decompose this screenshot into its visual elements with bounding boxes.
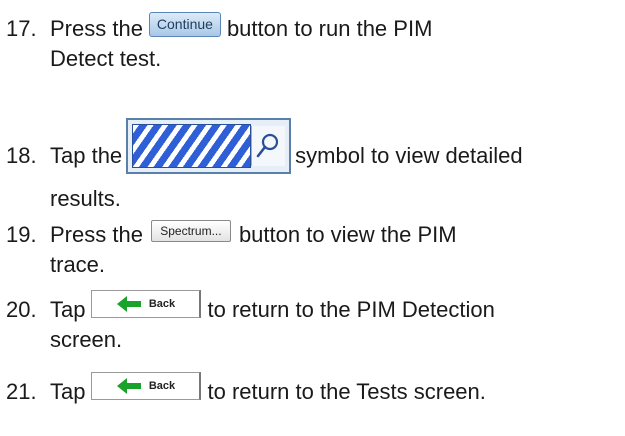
arrow-left-icon	[116, 378, 141, 394]
step-text-after: to return to the Tests screen.	[207, 379, 486, 404]
step-18: 18. Tap the symbol to view detailed resu…	[6, 118, 621, 214]
step-17: 17. Press the Continue button to run the…	[6, 11, 621, 74]
back-button[interactable]: Back	[91, 290, 202, 318]
step-21: 21. Tap Back to return to the Tests scre…	[6, 372, 621, 407]
step-number: 21.	[6, 379, 37, 404]
step-text-after: to return to the PIM Detection	[207, 297, 495, 322]
back-button-label: Back	[148, 380, 176, 392]
magnifier-icon	[250, 126, 286, 166]
step-number: 18.	[6, 143, 37, 168]
step-20: 20. Tap Back to return to the PIM Detect…	[6, 290, 621, 355]
back-button[interactable]: Back	[91, 372, 202, 400]
step-number: 20.	[6, 297, 37, 322]
step-text-before: Tap the	[50, 143, 123, 168]
step-text-after: button to view the PIM	[238, 222, 457, 247]
back-button-label: Back	[148, 298, 176, 310]
step-text-after: symbol to view detailed	[295, 143, 523, 168]
step-text-after: button to run the PIM	[226, 16, 433, 41]
step-text-continuation: results.	[50, 186, 121, 211]
step-19: 19. Press the Spectrum... button to view…	[6, 220, 621, 280]
step-number: 17.	[6, 16, 37, 41]
step-text-continuation: Detect test.	[50, 46, 162, 71]
hatched-bar	[132, 124, 251, 168]
step-text-continuation: trace.	[50, 252, 106, 277]
continue-button[interactable]: Continue	[148, 11, 221, 37]
detail-results-symbol[interactable]	[126, 118, 292, 174]
step-text-before: Tap	[50, 379, 86, 404]
spectrum-button-label: Spectrum...	[160, 224, 222, 238]
step-text-before: Tap	[50, 297, 86, 322]
arrow-left-icon	[116, 296, 141, 312]
step-text-before: Press the	[50, 222, 143, 247]
continue-button-label: Continue	[156, 16, 213, 32]
step-text-before: Press the	[50, 16, 143, 41]
step-text-continuation: screen.	[50, 327, 123, 352]
step-number: 19.	[6, 222, 37, 247]
spectrum-button[interactable]: Spectrum...	[150, 220, 231, 242]
